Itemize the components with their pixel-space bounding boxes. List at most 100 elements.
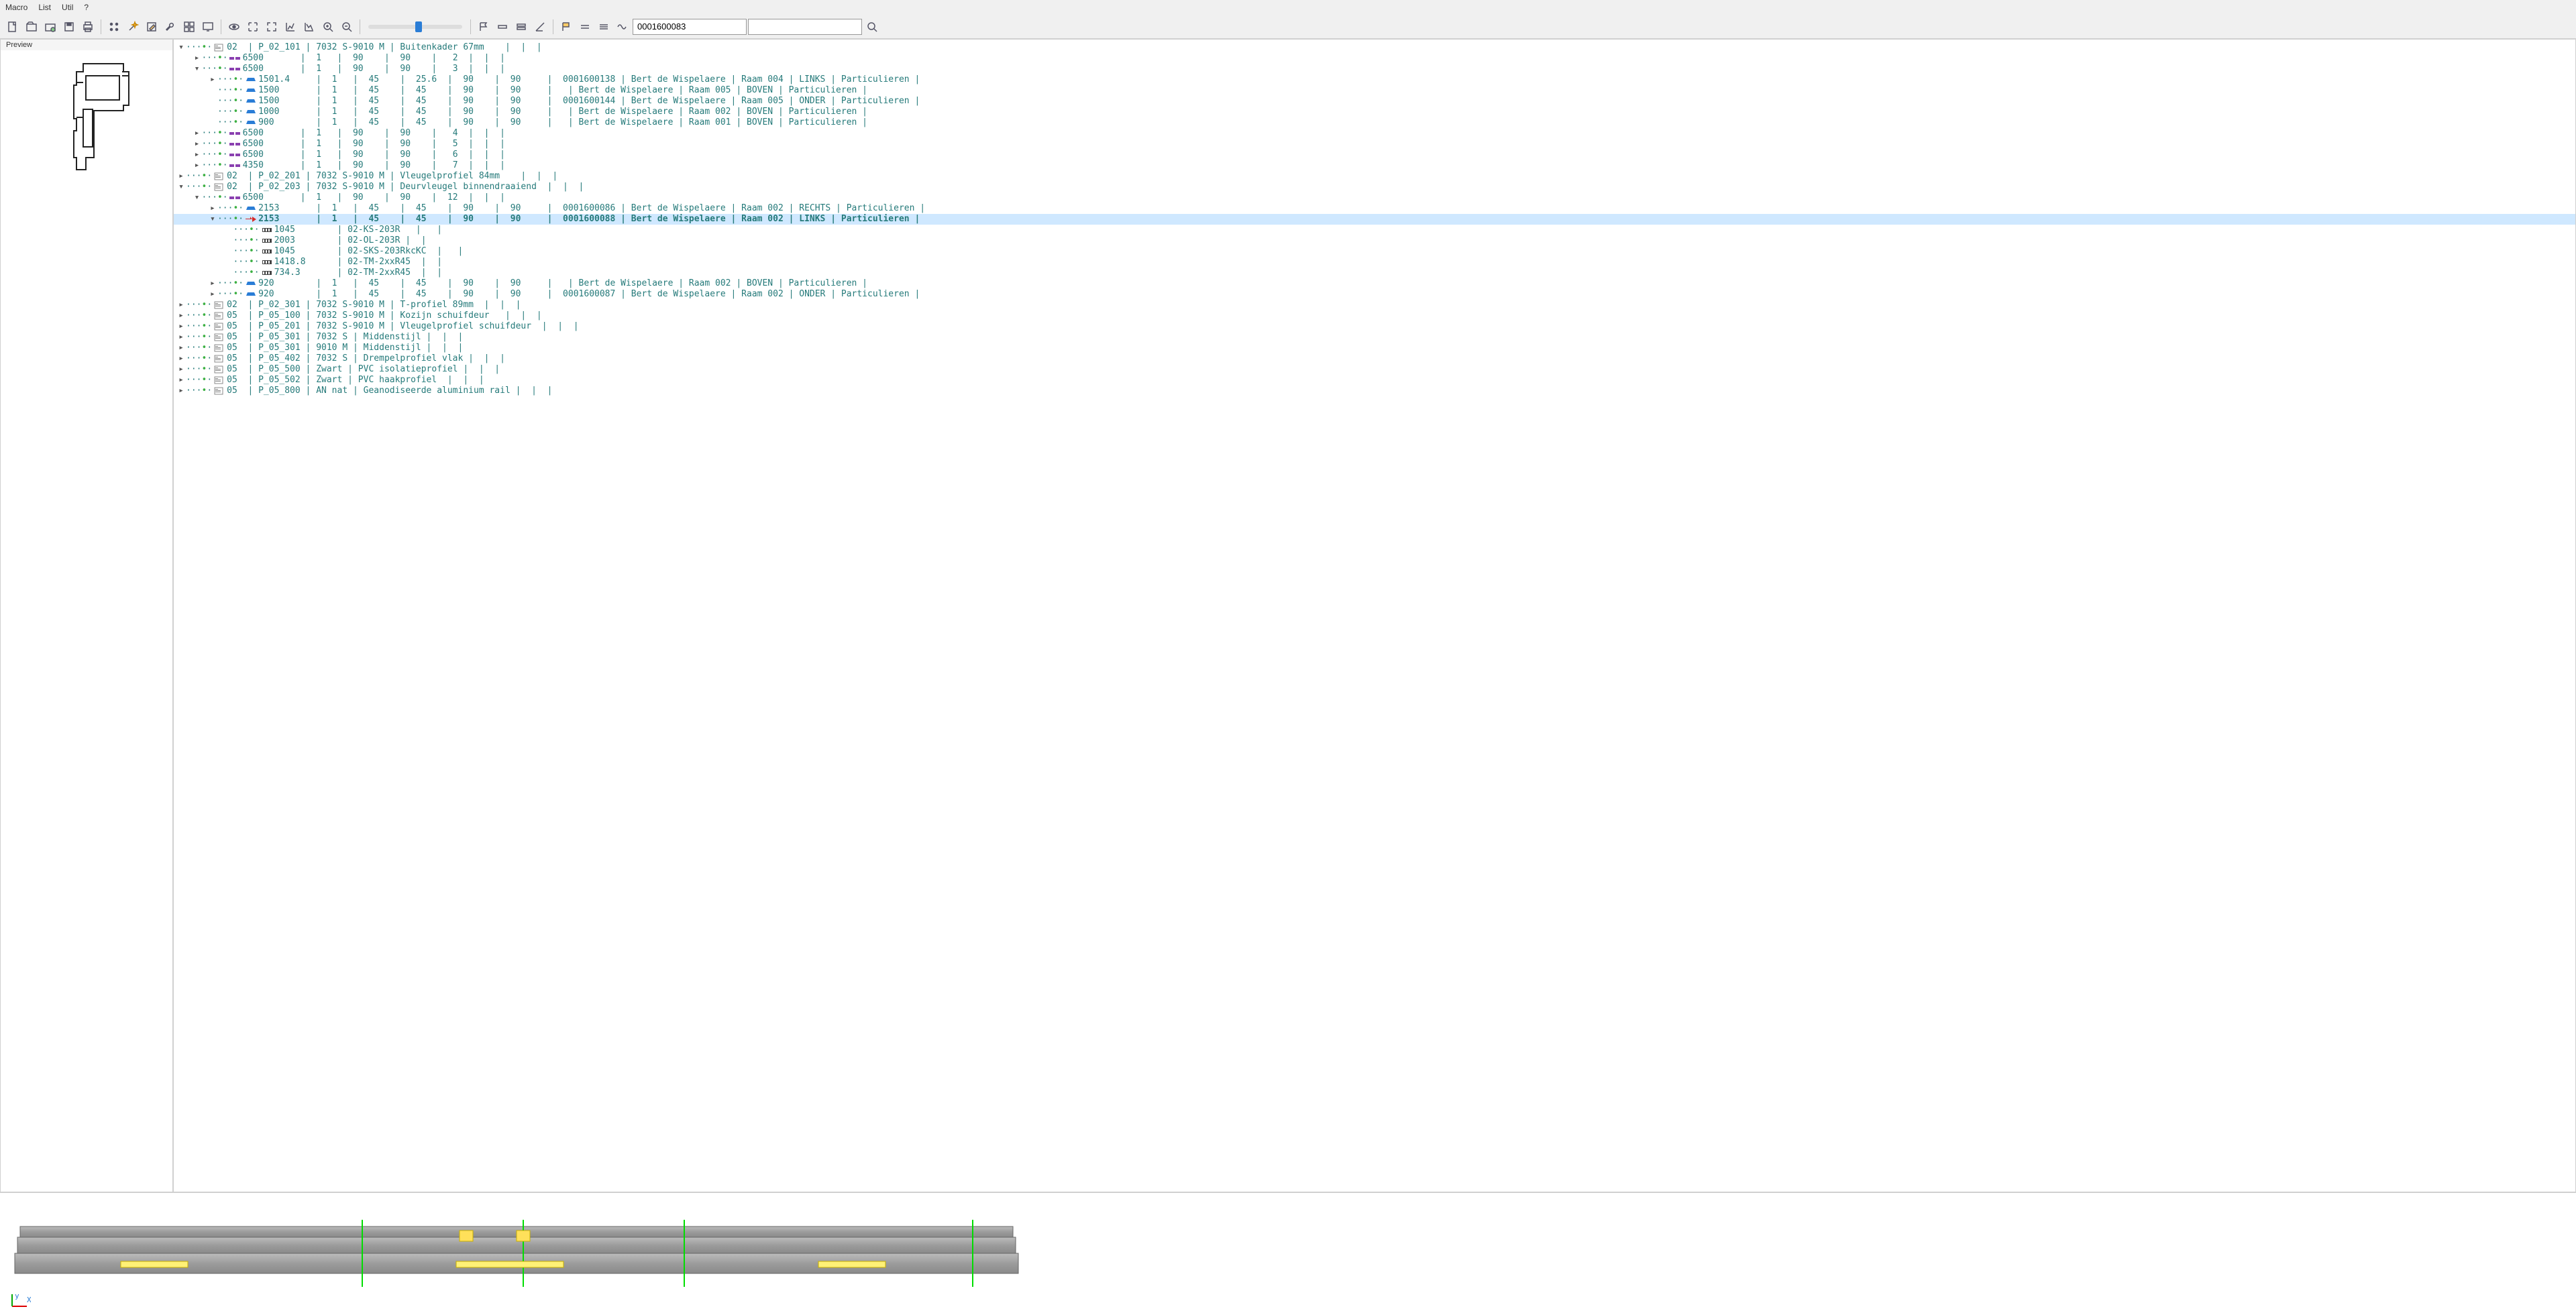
tree-row[interactable]: ···•·1045 | 02-SKS-203RkcKC | | bbox=[174, 246, 2575, 257]
print-icon[interactable] bbox=[79, 18, 97, 36]
tree-row[interactable]: ▸···•·05 | P_05_201 | 7032 S-9010 M | Vl… bbox=[174, 321, 2575, 332]
chart-r-icon[interactable] bbox=[301, 18, 318, 36]
caret-icon[interactable]: ▸ bbox=[192, 160, 201, 171]
caret-icon[interactable]: ▸ bbox=[192, 139, 201, 150]
expand-icon[interactable] bbox=[244, 18, 262, 36]
article-combo[interactable] bbox=[633, 19, 747, 35]
arw-icon bbox=[244, 215, 258, 223]
caret-icon[interactable]: ▸ bbox=[176, 386, 186, 396]
flag2-icon[interactable] bbox=[557, 18, 575, 36]
tree-row[interactable]: ▾···•·02 | P_02_203 | 7032 S-9010 M | De… bbox=[174, 182, 2575, 192]
tree-row[interactable]: ▸···•·6500 | 1 | 90 | 90 | 4 | | | bbox=[174, 128, 2575, 139]
flag1-icon[interactable] bbox=[475, 18, 492, 36]
zoom-in-icon[interactable] bbox=[319, 18, 337, 36]
menu-help[interactable]: ? bbox=[84, 3, 89, 12]
tree-row[interactable]: ▸···•·05 | P_05_402 | 7032 S | Drempelpr… bbox=[174, 353, 2575, 364]
tree-row[interactable]: ···•·1000 | 1 | 45 | 45 | 90 | 90 | | Be… bbox=[174, 107, 2575, 117]
caret-icon[interactable]: ▾ bbox=[192, 192, 201, 203]
tree-row[interactable]: ▾···•·2153 | 1 | 45 | 45 | 90 | 90 | 000… bbox=[174, 214, 2575, 225]
caret-icon[interactable]: ▸ bbox=[208, 289, 217, 300]
file-new-icon[interactable] bbox=[4, 18, 21, 36]
menu-macro[interactable]: Macro bbox=[5, 3, 28, 12]
tree-row[interactable]: ···•·1500 | 1 | 45 | 45 | 90 | 90 | | Be… bbox=[174, 85, 2575, 96]
file-open-alt-icon[interactable] bbox=[42, 18, 59, 36]
caret-icon[interactable]: ▸ bbox=[192, 128, 201, 139]
wave-icon[interactable] bbox=[614, 18, 631, 36]
wand-icon[interactable] bbox=[124, 18, 142, 36]
tree-row[interactable]: ▸···•·05 | P_05_100 | 7032 S-9010 M | Ko… bbox=[174, 310, 2575, 321]
caret-icon[interactable]: ▸ bbox=[176, 375, 186, 386]
tree-pane[interactable]: ▾···•·02 | P_02_101 | 7032 S-9010 M | Bu… bbox=[173, 39, 2576, 1192]
eq1-icon[interactable] bbox=[576, 18, 594, 36]
tree-row[interactable]: ▸···•·6500 | 1 | 90 | 90 | 5 | | | bbox=[174, 139, 2575, 150]
tree-row[interactable]: ▸···•·05 | P_05_800 | AN nat | Geanodise… bbox=[174, 386, 2575, 396]
tree-row[interactable]: ▾···•·02 | P_02_101 | 7032 S-9010 M | Bu… bbox=[174, 42, 2575, 53]
preview-canvas bbox=[1, 50, 172, 1192]
zoom-slider[interactable] bbox=[368, 25, 462, 29]
tree-row[interactable]: ▸···•·05 | P_05_502 | Zwart | PVC haakpr… bbox=[174, 375, 2575, 386]
menu-list[interactable]: List bbox=[38, 3, 51, 12]
edit-icon[interactable] bbox=[143, 18, 160, 36]
profile-3d-view[interactable]: X y bbox=[0, 1192, 2576, 1313]
caret-icon[interactable]: ▸ bbox=[192, 150, 201, 160]
grid-icon[interactable] bbox=[180, 18, 198, 36]
tree-row[interactable]: ···•·2003 | 02-OL-203R | | bbox=[174, 235, 2575, 246]
tree-row[interactable]: ▸···•·6500 | 1 | 90 | 90 | 6 | | | bbox=[174, 150, 2575, 160]
tree-row[interactable]: ▸···•·02 | P_02_301 | 7032 S-9010 M | T-… bbox=[174, 300, 2575, 310]
caret-icon[interactable]: ▸ bbox=[176, 310, 186, 321]
caret-icon[interactable]: ▸ bbox=[176, 343, 186, 353]
caret-icon[interactable]: ▸ bbox=[176, 171, 186, 182]
tree-row[interactable]: ▸···•·920 | 1 | 45 | 45 | 90 | 90 | | Be… bbox=[174, 278, 2575, 289]
caret-icon[interactable]: ▸ bbox=[176, 353, 186, 364]
caret-icon[interactable]: ▸ bbox=[176, 300, 186, 310]
tree-row[interactable]: ▸···•·02 | P_02_201 | 7032 S-9010 M | Vl… bbox=[174, 171, 2575, 182]
file-open-icon[interactable] bbox=[23, 18, 40, 36]
caret-icon[interactable]: ▾ bbox=[208, 214, 217, 225]
bar1-icon[interactable] bbox=[494, 18, 511, 36]
zoom-out-icon[interactable] bbox=[338, 18, 356, 36]
caret-icon[interactable]: ▸ bbox=[208, 203, 217, 214]
save-icon[interactable] bbox=[60, 18, 78, 36]
tree-row[interactable]: ▸···•·4350 | 1 | 90 | 90 | 7 | | | bbox=[174, 160, 2575, 171]
search-input[interactable] bbox=[748, 19, 862, 35]
caret-icon[interactable]: ▸ bbox=[176, 321, 186, 332]
show-icon[interactable] bbox=[225, 18, 243, 36]
caret-icon[interactable]: ▾ bbox=[176, 182, 186, 192]
tree-row[interactable]: ▸···•·2153 | 1 | 45 | 45 | 90 | 90 | 000… bbox=[174, 203, 2575, 214]
tree-row[interactable]: ▸···•·05 | P_05_301 | 7032 S | Middensti… bbox=[174, 332, 2575, 343]
caret-icon[interactable]: ▸ bbox=[192, 53, 201, 64]
tree-row[interactable]: ···•·1418.8 | 02-TM-2xxR45 | | bbox=[174, 257, 2575, 268]
tree-row[interactable]: ···•·1045 | 02-KS-203R | | bbox=[174, 225, 2575, 235]
tree-row[interactable]: ▾···•·6500 | 1 | 90 | 90 | 3 | | | bbox=[174, 64, 2575, 74]
bar-icon bbox=[228, 130, 243, 137]
bar2-icon[interactable] bbox=[513, 18, 530, 36]
caret-icon[interactable]: ▾ bbox=[192, 64, 201, 74]
search-icon[interactable] bbox=[863, 18, 881, 36]
menu-util[interactable]: Util bbox=[62, 3, 73, 12]
chart-l-icon[interactable] bbox=[282, 18, 299, 36]
tree-row[interactable]: ▸···•·05 | P_05_500 | Zwart | PVC isolat… bbox=[174, 364, 2575, 375]
caret-icon[interactable]: ▾ bbox=[176, 42, 186, 53]
points-icon[interactable] bbox=[105, 18, 123, 36]
tree-row[interactable]: ▸···•·1501.4 | 1 | 45 | 25.6 | 90 | 90 |… bbox=[174, 74, 2575, 85]
tree-row[interactable]: ▾···•·6500 | 1 | 90 | 90 | 12 | | | bbox=[174, 192, 2575, 203]
tree-row-text: 2003 | 02-OL-203R | | bbox=[274, 235, 432, 246]
tree-row-text: 05 | P_05_100 | 7032 S-9010 M | Kozijn s… bbox=[227, 310, 547, 321]
wrench-icon[interactable] bbox=[162, 18, 179, 36]
angle-icon[interactable] bbox=[531, 18, 549, 36]
eq2-icon[interactable] bbox=[595, 18, 612, 36]
caret-icon[interactable]: ▸ bbox=[176, 364, 186, 375]
tree-row[interactable]: ▸···•·920 | 1 | 45 | 45 | 90 | 90 | 0001… bbox=[174, 289, 2575, 300]
reduce-icon[interactable] bbox=[263, 18, 280, 36]
caret-icon[interactable]: ▸ bbox=[176, 332, 186, 343]
tree-row[interactable]: ···•·734.3 | 02-TM-2xxR45 | | bbox=[174, 268, 2575, 278]
screen-icon[interactable] bbox=[199, 18, 217, 36]
tree-row[interactable]: ···•·1500 | 1 | 45 | 45 | 90 | 90 | 0001… bbox=[174, 96, 2575, 107]
tree-row[interactable]: ▸···•·05 | P_05_301 | 9010 M | Middensti… bbox=[174, 343, 2575, 353]
tree-row-text: 920 | 1 | 45 | 45 | 90 | 90 | 0001600087… bbox=[258, 289, 925, 300]
tree-row[interactable]: ···•·900 | 1 | 45 | 45 | 90 | 90 | | Ber… bbox=[174, 117, 2575, 128]
bar-icon bbox=[228, 141, 243, 148]
caret-icon[interactable]: ▸ bbox=[208, 74, 217, 85]
caret-icon[interactable]: ▸ bbox=[208, 278, 217, 289]
tree-row[interactable]: ▸···•·6500 | 1 | 90 | 90 | 2 | | | bbox=[174, 53, 2575, 64]
